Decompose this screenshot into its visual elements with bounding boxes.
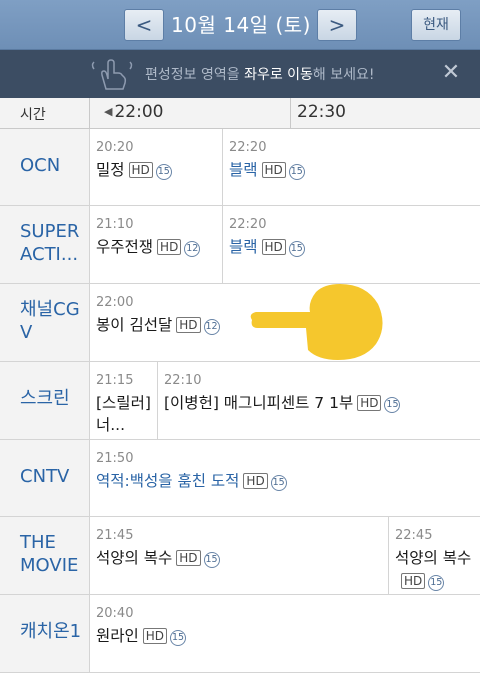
time-slot-2: 22:30 <box>297 102 346 122</box>
program-time: 21:50 <box>96 451 134 466</box>
channel-name: 스크린 <box>20 388 70 409</box>
age-rating-badge: 15 <box>203 552 220 568</box>
age-rating-badge: 15 <box>428 575 445 591</box>
next-day-button[interactable]: > <box>317 9 357 41</box>
channel-cell[interactable]: THE MOVIE <box>0 517 90 594</box>
program-title: 우주전쟁 <box>96 238 154 256</box>
program-title: 원라인 <box>96 627 139 645</box>
channel-cell[interactable]: OCN <box>0 129 90 205</box>
channel-row: THE MOVIE 21:45 석양의 복수 HD 15 22:45 석양의 복수 … <box>0 517 480 595</box>
age-rating-badge: 15 <box>384 397 401 413</box>
program-time: 22:10 <box>164 373 202 388</box>
program-cell[interactable]: 22:20 블랙 HD 15 <box>222 129 480 205</box>
time-slot-1-label: 22:00 <box>114 102 164 122</box>
swipe-hint-banner: 편성정보 영역을 좌우로 이동해 보세요! ✕ <box>0 50 480 98</box>
program-title: [스릴러] 너... <box>96 394 151 434</box>
channel-name: 캐치온1 <box>20 621 82 642</box>
program-title: 석양의 복수 <box>395 549 472 567</box>
program-cell[interactable]: 21:50 역적:백성을 훔친 도적 HD 15 <box>90 440 480 516</box>
channel-name: THE MOVIE <box>20 532 79 576</box>
channel-cell[interactable]: 스크린 <box>0 362 90 439</box>
chevron-right-icon: > <box>328 13 346 37</box>
program-title: [이병헌] 매그니피센트 7 1부 <box>164 394 354 412</box>
program-cell[interactable]: 22:20 블랙 HD 15 <box>222 206 480 283</box>
channel-cell[interactable]: 캐치온1 <box>0 595 90 672</box>
prev-day-button[interactable]: < <box>124 9 164 41</box>
channel-name: 채널CGV <box>20 299 80 343</box>
hd-badge: HD <box>357 395 382 411</box>
scroll-left-triangle-icon[interactable]: ◀ <box>104 105 112 118</box>
program-time: 20:40 <box>96 606 134 621</box>
hd-badge: HD <box>176 550 201 566</box>
program-cell[interactable]: 20:20 밀정 HD 15 <box>90 129 222 205</box>
age-rating-badge: 15 <box>270 475 287 491</box>
current-date: 10월 14일 (토) <box>171 13 311 37</box>
age-rating-badge: 15 <box>288 164 305 180</box>
age-rating-badge: 12 <box>184 241 201 257</box>
hd-badge: HD <box>261 239 286 255</box>
program-time: 22:20 <box>229 217 267 232</box>
program-time: 21:15 <box>96 373 134 388</box>
program-title: 역적:백성을 훔친 도적 <box>96 472 240 490</box>
channel-row: 캐치온1 20:40 원라인 HD 15 <box>0 595 480 673</box>
hd-badge: HD <box>128 162 153 178</box>
channel-row: 스크린 21:15 [스릴러] 너... 22:10 [이병헌] 매그니피센트 … <box>0 362 480 440</box>
channel-cell[interactable]: 채널CGV <box>0 284 90 361</box>
program-time: 22:20 <box>229 140 267 155</box>
age-rating-badge: 15 <box>288 241 305 257</box>
program-cell[interactable]: 21:10 우주전쟁 HD 12 <box>90 206 222 283</box>
channel-name: CNTV <box>20 466 70 487</box>
time-column-label: 시간 <box>20 107 46 123</box>
program-cell[interactable]: 22:45 석양의 복수 HD 15 <box>388 517 480 594</box>
hint-text-part: 편성정보 영역을 <box>145 67 245 83</box>
channel-cell[interactable]: SUPER ACTI... <box>0 206 90 283</box>
hint-text-part: 해 보세요! <box>312 67 375 83</box>
channel-row: OCN 20:20 밀정 HD 15 22:20 블랙 HD 15 <box>0 129 480 206</box>
age-rating-badge: 15 <box>170 630 187 646</box>
program-cell[interactable]: 20:40 원라인 HD 15 <box>90 595 480 672</box>
program-title: 밀정 <box>96 161 125 179</box>
program-time: 20:20 <box>96 140 134 155</box>
age-rating-badge: 12 <box>203 319 220 335</box>
program-cell[interactable]: 22:10 [이병헌] 매그니피센트 7 1부 HD 15 <box>157 362 480 439</box>
hd-badge: HD <box>243 473 268 489</box>
channel-name: SUPER ACTI... <box>20 221 80 265</box>
program-title: 석양의 복수 <box>96 549 173 567</box>
program-title: 블랙 <box>229 161 258 179</box>
hd-badge: HD <box>142 628 168 644</box>
age-rating-badge: 15 <box>155 164 172 180</box>
swipe-hand-icon <box>91 59 133 90</box>
hd-badge: HD <box>261 162 286 178</box>
hint-text-emphasis: 좌우로 이동 <box>244 67 313 83</box>
hd-badge: HD <box>401 573 426 589</box>
date-navigation-bar: < 10월 14일 (토) > 현재 <box>0 0 480 50</box>
program-title: 블랙 <box>229 238 258 256</box>
time-slot-1: ◀ 22:00 <box>104 102 163 122</box>
program-time: 22:45 <box>395 528 433 543</box>
channel-row: SUPER ACTI... 21:10 우주전쟁 HD 12 22:20 블랙 HD 1… <box>0 206 480 284</box>
channel-row: CNTV 21:50 역적:백성을 훔친 도적 HD 15 <box>0 440 480 517</box>
swipe-hint-text: 편성정보 영역을 좌우로 이동해 보세요! <box>145 64 375 84</box>
program-cell[interactable]: 21:15 [스릴러] 너... <box>90 362 157 439</box>
program-time: 21:10 <box>96 217 134 232</box>
hd-badge: HD <box>157 239 182 255</box>
close-icon[interactable]: ✕ <box>438 60 464 86</box>
program-time: 21:45 <box>96 528 134 543</box>
divider <box>290 98 291 129</box>
timeline-header: 시간 ◀ 22:00 22:30 <box>0 98 480 129</box>
now-button[interactable]: 현재 <box>411 9 461 41</box>
channel-name: OCN <box>20 155 61 176</box>
channel-cell[interactable]: CNTV <box>0 440 90 516</box>
program-cell[interactable]: 21:45 석양의 복수 HD 15 <box>90 517 388 594</box>
program-title: 봉이 김선달 <box>96 316 173 334</box>
pointing-hand-icon <box>250 284 383 360</box>
chevron-left-icon: < <box>135 13 153 37</box>
hd-badge: HD <box>176 317 201 333</box>
divider <box>89 98 90 129</box>
channel-row: 채널CGV 22:00 봉이 김선달 HD 12 <box>0 284 480 362</box>
